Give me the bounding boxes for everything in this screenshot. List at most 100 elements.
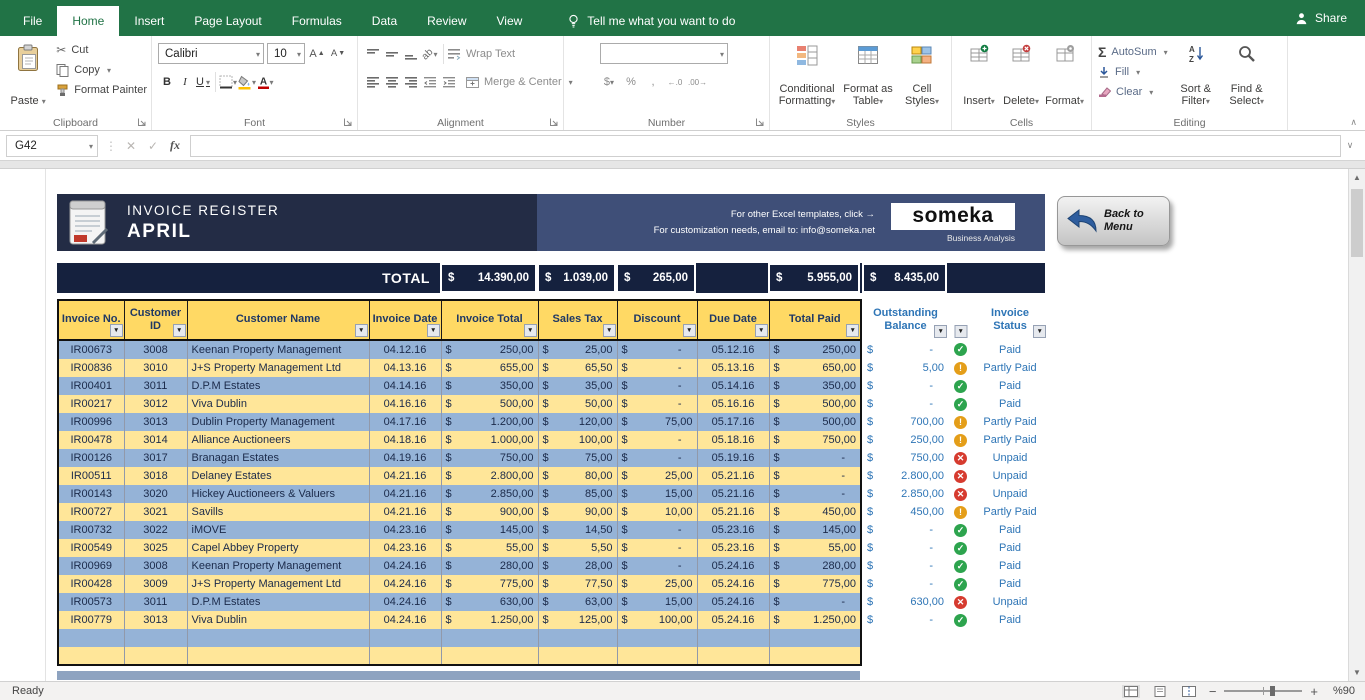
font-family-combo[interactable]: Calibri xyxy=(158,43,264,64)
cell-invoice-total[interactable]: $280,00 xyxy=(441,557,538,575)
empty-cell[interactable] xyxy=(369,647,441,665)
empty-cell[interactable] xyxy=(441,647,538,665)
find-select-button[interactable]: Find & Select xyxy=(1224,40,1270,112)
cell-status-icon[interactable]: ✓ xyxy=(948,611,973,629)
cell-outstanding-balance[interactable]: $700,00 xyxy=(863,413,948,431)
cell-customer-name[interactable]: Hickey Auctioneers & Valuers xyxy=(187,485,369,503)
tab-review[interactable]: Review xyxy=(412,6,481,36)
cell-due-date[interactable]: 05.24.16 xyxy=(697,557,769,575)
page-break-view-button[interactable] xyxy=(1180,685,1198,698)
cell-status-icon[interactable]: ! xyxy=(948,413,973,431)
empty-cell[interactable] xyxy=(538,647,617,665)
cell-sales-tax[interactable]: $77,50 xyxy=(538,575,617,593)
increase-decimal-button[interactable]: ←.0 xyxy=(666,72,684,92)
cell-invoice-status[interactable]: Partly Paid xyxy=(973,413,1047,431)
cell-invoice-total[interactable]: $2.800,00 xyxy=(441,467,538,485)
cell-sales-tax[interactable]: $50,00 xyxy=(538,395,617,413)
cell-invoice-total[interactable]: $145,00 xyxy=(441,521,538,539)
top-align-button[interactable] xyxy=(364,44,382,64)
cell-customer-name[interactable]: D.P.M Estates xyxy=(187,377,369,395)
cell-discount[interactable]: $- xyxy=(617,359,697,377)
cell-discount[interactable]: $- xyxy=(617,539,697,557)
cell-outstanding-balance[interactable]: $630,00 xyxy=(863,593,948,611)
cell-customer-id[interactable]: 3025 xyxy=(124,539,187,557)
cell-invoice-date[interactable]: 04.13.16 xyxy=(369,359,441,377)
promo-line-1[interactable]: For other Excel templates, click → xyxy=(654,207,875,222)
cell-outstanding-balance[interactable]: $750,00 xyxy=(863,449,948,467)
font-size-combo[interactable]: 10 xyxy=(267,43,305,64)
cell-invoice-total[interactable]: $900,00 xyxy=(441,503,538,521)
cell-invoice-date[interactable]: 04.19.16 xyxy=(369,449,441,467)
empty-cell[interactable] xyxy=(973,647,1047,665)
empty-cell[interactable] xyxy=(538,629,617,647)
zoom-percentage[interactable]: %90 xyxy=(1329,685,1355,697)
cell-discount[interactable]: $100,00 xyxy=(617,611,697,629)
cell-total-paid[interactable]: $250,00 xyxy=(769,340,861,359)
italic-button[interactable]: I xyxy=(176,72,194,92)
normal-view-button[interactable] xyxy=(1122,685,1140,698)
cell-invoice-status[interactable]: Partly Paid xyxy=(973,431,1047,449)
cell-invoice-no[interactable]: IR00969 xyxy=(58,557,124,575)
cell-invoice-total[interactable]: $2.850,00 xyxy=(441,485,538,503)
font-dialog-launcher[interactable] xyxy=(343,116,355,128)
cell-discount[interactable]: $- xyxy=(617,377,697,395)
total-invoice-total[interactable]: $14.390,00 xyxy=(440,263,537,293)
cell-customer-name[interactable]: Keenan Property Management xyxy=(187,557,369,575)
filter-button-invoice-total[interactable] xyxy=(524,324,537,337)
cell-invoice-date[interactable]: 04.24.16 xyxy=(369,611,441,629)
cell-due-date[interactable]: 05.14.16 xyxy=(697,377,769,395)
cell-styles-button[interactable]: Cell Styles xyxy=(898,40,946,112)
cell-invoice-no[interactable]: IR00217 xyxy=(58,395,124,413)
empty-cell[interactable] xyxy=(973,629,1047,647)
percent-style-button[interactable]: % xyxy=(622,72,640,92)
cell-customer-name[interactable]: iMOVE xyxy=(187,521,369,539)
empty-cell[interactable] xyxy=(58,647,124,665)
cell-outstanding-balance[interactable]: $- xyxy=(863,557,948,575)
number-format-combo[interactable] xyxy=(600,43,728,64)
cell-invoice-no[interactable]: IR00573 xyxy=(58,593,124,611)
cell-customer-id[interactable]: 3011 xyxy=(124,593,187,611)
cell-invoice-date[interactable]: 04.23.16 xyxy=(369,539,441,557)
tab-page-layout[interactable]: Page Layout xyxy=(179,6,276,36)
cell-invoice-status[interactable]: Unpaid xyxy=(973,467,1047,485)
header-invoice-no[interactable]: Invoice No. xyxy=(58,300,124,340)
total-discount[interactable]: $265,00 xyxy=(616,263,696,293)
zoom-in-button[interactable]: + xyxy=(1310,685,1318,698)
cell-customer-id[interactable]: 3022 xyxy=(124,521,187,539)
cell-total-paid[interactable]: $145,00 xyxy=(769,521,861,539)
cell-discount[interactable]: $10,00 xyxy=(617,503,697,521)
tab-home[interactable]: Home xyxy=(57,6,119,36)
empty-cell[interactable] xyxy=(187,647,369,665)
empty-cell[interactable] xyxy=(697,629,769,647)
collapse-ribbon-button[interactable]: ∧ xyxy=(1350,117,1357,128)
cell-due-date[interactable]: 05.19.16 xyxy=(697,449,769,467)
cell-customer-id[interactable]: 3018 xyxy=(124,467,187,485)
header-invoice-total[interactable]: Invoice Total xyxy=(441,300,538,340)
empty-cell[interactable] xyxy=(948,629,973,647)
cell-status-icon[interactable]: ✕ xyxy=(948,485,973,503)
cell-sales-tax[interactable]: $75,00 xyxy=(538,449,617,467)
cell-invoice-no[interactable]: IR00401 xyxy=(58,377,124,395)
cell-sales-tax[interactable]: $90,00 xyxy=(538,503,617,521)
cell-discount[interactable]: $15,00 xyxy=(617,593,697,611)
fill-button[interactable]: Fill xyxy=(1098,62,1168,82)
cell-outstanding-balance[interactable]: $- xyxy=(863,395,948,413)
cell-invoice-no[interactable]: IR00996 xyxy=(58,413,124,431)
empty-cell[interactable] xyxy=(697,647,769,665)
cell-total-paid[interactable]: $500,00 xyxy=(769,413,861,431)
cell-customer-name[interactable]: D.P.M Estates xyxy=(187,593,369,611)
insert-cells-button[interactable]: Insert xyxy=(958,40,1000,112)
align-center-button[interactable] xyxy=(383,72,401,92)
number-dialog-launcher[interactable] xyxy=(755,116,767,128)
align-left-button[interactable] xyxy=(364,72,382,92)
cell-invoice-total[interactable]: $1.250,00 xyxy=(441,611,538,629)
cell-discount[interactable]: $75,00 xyxy=(617,413,697,431)
tab-data[interactable]: Data xyxy=(357,6,412,36)
cell-total-paid[interactable]: $775,00 xyxy=(769,575,861,593)
header-invoice-date[interactable]: Invoice Date xyxy=(369,300,441,340)
cell-sales-tax[interactable]: $35,00 xyxy=(538,377,617,395)
cell-customer-id[interactable]: 3013 xyxy=(124,413,187,431)
cell-invoice-date[interactable]: 04.21.16 xyxy=(369,485,441,503)
cell-outstanding-balance[interactable]: $5,00 xyxy=(863,359,948,377)
paste-button[interactable]: Paste xyxy=(6,40,50,112)
